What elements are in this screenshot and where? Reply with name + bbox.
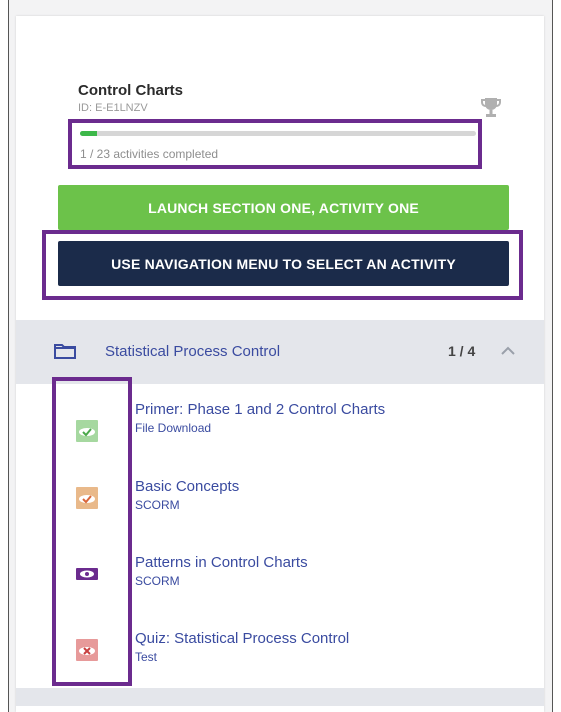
- icon-column-highlight-box: [52, 377, 132, 686]
- activity-title[interactable]: Basic Concepts: [135, 478, 239, 495]
- activity-type: File Download: [135, 421, 212, 435]
- course-title: Control Charts: [78, 82, 183, 99]
- navigation-menu-button[interactable]: USE NAVIGATION MENU TO SELECT AN ACTIVIT…: [58, 241, 509, 286]
- launch-button[interactable]: LAUNCH SECTION ONE, ACTIVITY ONE: [58, 185, 509, 230]
- section-title: Statistical Process Control: [105, 343, 281, 360]
- progress-text: 1 / 23 activities completed: [80, 147, 219, 161]
- section-count: 1 / 4: [448, 343, 476, 359]
- course-id: ID: E-E1LNZV: [78, 102, 148, 114]
- chevron-up-icon[interactable]: [500, 346, 516, 356]
- activity-type: SCORM: [135, 498, 180, 512]
- activity-title[interactable]: Patterns in Control Charts: [135, 554, 308, 571]
- activity-title[interactable]: Quiz: Statistical Process Control: [135, 630, 349, 647]
- activity-title[interactable]: Primer: Phase 1 and 2 Control Charts: [135, 401, 385, 418]
- progress-highlight-box: 1 / 23 activities completed: [68, 119, 482, 169]
- activity-type: Test: [135, 650, 158, 664]
- section-header[interactable]: Statistical Process Control 1 / 4: [16, 320, 544, 384]
- folder-icon: [54, 344, 76, 359]
- next-section-header[interactable]: [16, 688, 544, 706]
- trophy-icon: [481, 98, 501, 117]
- progress-bar-fill: [80, 131, 98, 136]
- activity-type: SCORM: [135, 574, 180, 588]
- progress-bar: [80, 131, 476, 136]
